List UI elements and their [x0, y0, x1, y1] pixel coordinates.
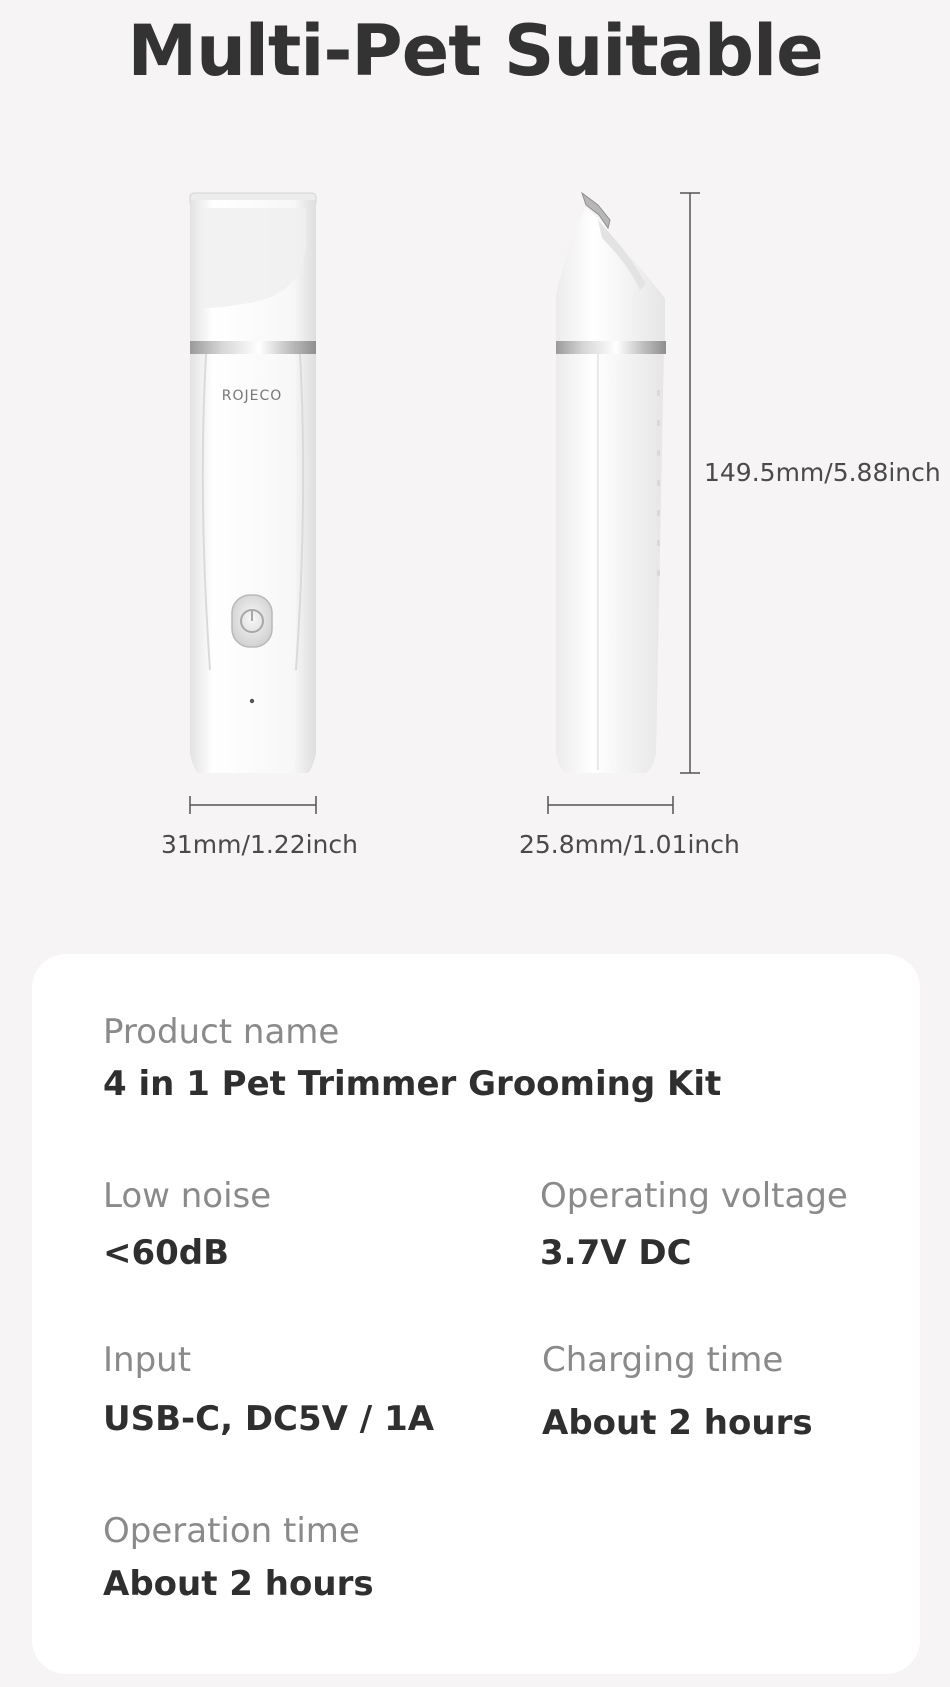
product-name-value: 4 in 1 Pet Trimmer Grooming Kit	[103, 1064, 722, 1104]
operating-voltage-value: 3.7V DC	[540, 1233, 692, 1273]
operation-time-label: Operation time	[103, 1511, 360, 1551]
height-dimension-label: 149.5mm/5.88inch	[704, 458, 941, 487]
brand-logo: ROJECO	[222, 388, 283, 404]
product-stage: ROJECO 149.5mm/5.88inch 31mm/1.22inch 25…	[0, 150, 950, 890]
page-title: Multi-Pet Suitable	[127, 10, 823, 92]
front-width-dimension-line	[189, 796, 317, 814]
front-trimmer: ROJECO	[189, 192, 317, 773]
charging-time-value: About 2 hours	[542, 1403, 813, 1443]
charging-time-label: Charging time	[542, 1340, 784, 1380]
low-noise-label: Low noise	[103, 1176, 272, 1216]
side-width-dimension-label: 25.8mm/1.01inch	[519, 830, 740, 859]
input-value: USB-C, DC5V / 1A	[103, 1399, 435, 1439]
product-name-label: Product name	[103, 1012, 340, 1052]
side-width-dimension-line	[547, 796, 674, 814]
input-label: Input	[103, 1340, 192, 1380]
operating-voltage-label: Operating voltage	[540, 1176, 848, 1216]
height-dimension-line	[680, 192, 700, 774]
low-noise-value: <60dB	[103, 1233, 230, 1273]
front-width-dimension-label: 31mm/1.22inch	[161, 830, 358, 859]
side-trimmer	[556, 191, 666, 773]
trimmer-illustration: ROJECO	[189, 191, 700, 814]
operation-time-value: About 2 hours	[103, 1564, 374, 1604]
spec-card: Product name 4 in 1 Pet Trimmer Grooming…	[32, 954, 920, 1674]
